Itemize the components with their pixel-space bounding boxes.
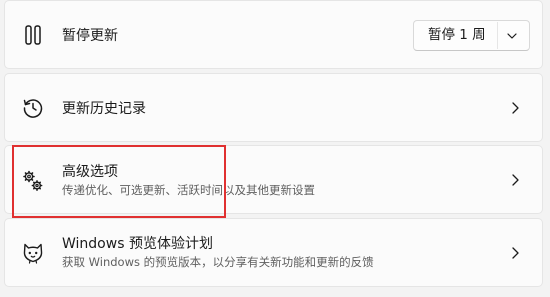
advanced-options-title: 高级选项 (62, 164, 118, 180)
pause-icon (25, 25, 41, 45)
dropdown-divider (497, 22, 498, 49)
advanced-options-subtitle: 传递优化、可选更新、活跃时间以及其他更新设置 (62, 183, 315, 197)
pause-duration-dropdown[interactable]: 暂停 1 周 (413, 20, 530, 51)
insider-cat-icon (23, 243, 43, 264)
chevron-down-icon[interactable] (506, 30, 518, 42)
gears-icon (23, 170, 43, 191)
update-history-card[interactable]: 更新历史记录 (4, 73, 543, 142)
windows-update-settings-page: 暂停更新 暂停 1 周 更新历史记录 高级选项 传递优化、可选更新、活跃时间以及… (0, 0, 550, 297)
pause-updates-title: 暂停更新 (62, 28, 118, 44)
chevron-right-icon (512, 102, 519, 114)
advanced-options-card[interactable]: 高级选项 传递优化、可选更新、活跃时间以及其他更新设置 (4, 145, 543, 214)
insider-program-title: Windows 预览体验计划 (62, 236, 213, 252)
pause-duration-value: 暂停 1 周 (428, 27, 486, 43)
history-icon (23, 99, 43, 118)
insider-program-subtitle: 获取 Windows 的预览版本，以分享有关新功能和更新的反馈 (62, 255, 374, 269)
update-history-title: 更新历史记录 (62, 101, 146, 117)
pause-updates-card: 暂停更新 暂停 1 周 (4, 0, 543, 69)
chevron-right-icon (512, 174, 519, 186)
chevron-right-icon (512, 247, 519, 259)
insider-program-card[interactable]: Windows 预览体验计划 获取 Windows 的预览版本，以分享有关新功能… (4, 218, 543, 287)
